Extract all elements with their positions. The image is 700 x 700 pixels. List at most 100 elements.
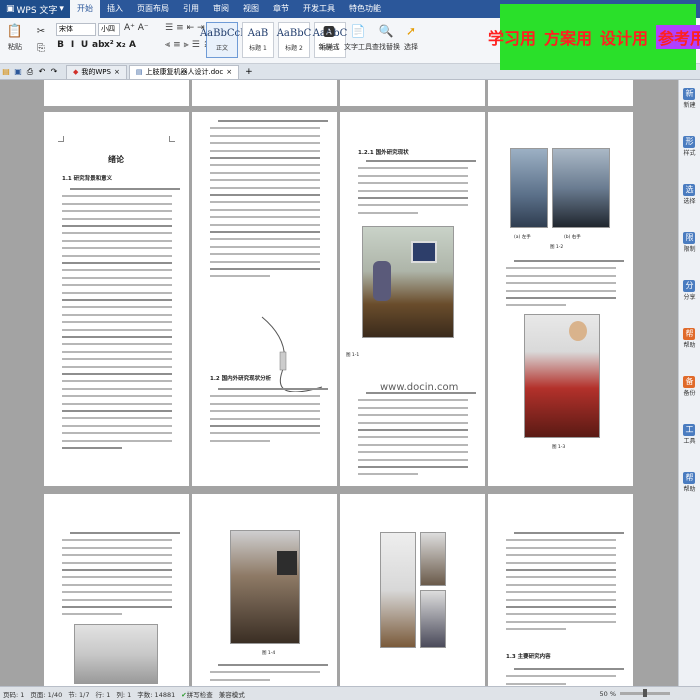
redo-icon[interactable]: ↷ xyxy=(48,67,60,76)
document-page-1[interactable]: 绪论 1.1 研究背景和意义 xyxy=(44,112,189,486)
sidebar-item[interactable]: 限限制 xyxy=(683,232,696,253)
format-painter-group[interactable]: ✂ ⎘ xyxy=(30,20,52,54)
text-tools-button[interactable]: 📄 文字工具 xyxy=(344,20,372,52)
menu-item[interactable]: 章节 xyxy=(266,0,296,18)
align-right-icon[interactable]: ⫸ xyxy=(184,40,189,50)
format-button[interactable]: B xyxy=(56,40,65,50)
align-center-icon[interactable]: ≡ xyxy=(173,40,181,50)
undo-icon[interactable]: ↶ xyxy=(36,67,48,76)
paste-icon[interactable]: 📋 xyxy=(4,20,26,42)
grow-font-icon[interactable]: A⁺ A⁻ xyxy=(124,23,149,33)
style-preset[interactable]: AaB 标题 1 xyxy=(242,22,274,58)
text-line xyxy=(358,167,468,170)
menu-item[interactable]: 页面布局 xyxy=(130,0,176,18)
spell-check-status[interactable]: ✔拼写检查 xyxy=(181,689,212,699)
format-button[interactable]: x₂ xyxy=(116,40,126,50)
sidebar-item[interactable]: 形样式 xyxy=(683,136,696,157)
justify-icon[interactable]: ☰ xyxy=(192,40,200,50)
close-icon[interactable]: × xyxy=(226,68,232,76)
folder-icon[interactable]: ▤ xyxy=(0,67,12,76)
text-line xyxy=(506,583,616,586)
format-button[interactable]: ab xyxy=(92,40,105,50)
menu-item[interactable]: 特色功能 xyxy=(342,0,388,18)
close-icon[interactable]: × xyxy=(114,68,120,76)
text-line xyxy=(210,245,320,248)
sidebar-item[interactable]: 备备份 xyxy=(683,376,696,397)
menu-item[interactable]: 审阅 xyxy=(206,0,236,18)
wps-app-menu[interactable]: ▣ WPS 文字 ▾ xyxy=(0,0,70,18)
sidebar-item[interactable]: 帮帮助 xyxy=(683,472,696,493)
document-tab[interactable]: ▤ 上肢康复机器人设计.doc × xyxy=(128,64,240,79)
menu-item[interactable]: 插入 xyxy=(100,0,130,18)
save-icon[interactable]: ▣ xyxy=(12,67,24,76)
menu-item[interactable]: 开始 xyxy=(69,0,100,18)
document-page-2[interactable]: 1.2 国内外研究现状分析 xyxy=(192,112,337,486)
text-line xyxy=(62,373,172,375)
sidebar-item[interactable]: 分分享 xyxy=(683,280,696,301)
format-button[interactable]: A xyxy=(128,40,137,50)
banner-text: 参考用 xyxy=(656,25,700,49)
banner-text: 学习用 xyxy=(487,29,536,48)
text-line xyxy=(62,276,172,279)
number-list-icon[interactable]: ≡ xyxy=(176,23,184,33)
copy-icon[interactable]: ⎘ xyxy=(30,42,52,54)
font-size-select[interactable]: 小四 xyxy=(98,23,120,36)
paste-group[interactable]: 📋 粘贴 xyxy=(4,20,26,52)
select-button[interactable]: ➚ 选择 xyxy=(400,20,422,52)
zoom-slider-thumb[interactable] xyxy=(643,689,647,697)
text-line xyxy=(358,458,468,461)
print-icon[interactable]: ⎙ xyxy=(24,67,36,77)
format-button[interactable]: U xyxy=(80,40,89,50)
document-page-8[interactable]: 1.3 主要研究内容 xyxy=(488,494,633,686)
document-page-6[interactable]: 图 1-4 xyxy=(192,494,337,686)
font-name-select[interactable]: 宋体 xyxy=(56,23,96,36)
style-preset[interactable]: AaBbCcI 正文 xyxy=(200,22,244,58)
sidebar-item[interactable]: 新新建 xyxy=(683,88,696,109)
find-replace-button[interactable]: 🔍 查找替换 xyxy=(372,20,400,52)
status-page[interactable]: 页码: 1 xyxy=(3,689,24,699)
document-page-3[interactable]: 1.2.1 国外研究现状 图 1-1 www.docin.com xyxy=(340,112,485,486)
usage-banner: 学习用 方案用 设计用 参考用 xyxy=(488,4,700,70)
document-page-7[interactable] xyxy=(340,494,485,686)
document-page-4[interactable]: (a) 左手 (b) 右手 图 1-2 图 1-3 xyxy=(488,112,633,486)
text-line xyxy=(210,268,320,270)
format-button[interactable]: x² xyxy=(104,40,114,50)
page-bottom-strip xyxy=(192,80,337,106)
text-line xyxy=(62,321,172,324)
document-workspace[interactable]: 绪论 1.1 研究背景和意义 1.2 国内外研究现状分析 1.2.1 国外研究现… xyxy=(0,80,678,686)
text-line xyxy=(506,267,616,270)
menu-item[interactable]: 视图 xyxy=(236,0,266,18)
status-words[interactable]: 字数: 14881 xyxy=(137,689,175,699)
figure-caption-a: (a) 左手 xyxy=(514,235,531,240)
text-line xyxy=(70,532,180,534)
new-style-button[interactable]: 🅰 新样式 xyxy=(318,20,340,52)
text-line xyxy=(62,313,172,316)
text-line xyxy=(218,388,328,390)
bullet-list-icon[interactable]: ☰ xyxy=(165,23,173,33)
zoom-level[interactable]: 50 % xyxy=(599,690,616,698)
format-button[interactable]: I xyxy=(68,40,77,50)
page-bottom-strip xyxy=(44,80,189,106)
outdent-icon[interactable]: ⇤ xyxy=(187,23,195,33)
sidebar-item[interactable]: 工工具 xyxy=(683,424,696,445)
scissors-icon[interactable]: ✂ xyxy=(30,20,52,42)
sidebar-label: 备份 xyxy=(683,390,696,397)
new-tab-button[interactable]: + xyxy=(245,67,253,77)
sidebar-item[interactable]: 帮帮助 xyxy=(683,328,696,349)
text-line xyxy=(358,182,468,185)
align-left-icon[interactable]: ⫷ xyxy=(165,40,170,50)
document-page-5[interactable] xyxy=(44,494,189,686)
sidebar-label: 样式 xyxy=(683,150,696,157)
text-line xyxy=(210,179,320,182)
sidebar-item[interactable]: 选选择 xyxy=(683,184,696,205)
text-line xyxy=(62,576,172,579)
sidebar-icon: 备 xyxy=(683,376,696,388)
menu-item[interactable]: 开发工具 xyxy=(296,0,342,18)
status-pages[interactable]: 页面: 1/40 xyxy=(30,689,62,699)
style-preset[interactable]: AaBbC 标题 2 xyxy=(277,22,311,58)
document-tab[interactable]: ◆ 我的WPS × xyxy=(66,64,127,79)
document-tab-label: 上肢康复机器人设计.doc xyxy=(145,68,224,76)
text-line xyxy=(62,336,172,338)
zoom-slider[interactable] xyxy=(620,689,670,697)
menu-item[interactable]: 引用 xyxy=(176,0,206,18)
